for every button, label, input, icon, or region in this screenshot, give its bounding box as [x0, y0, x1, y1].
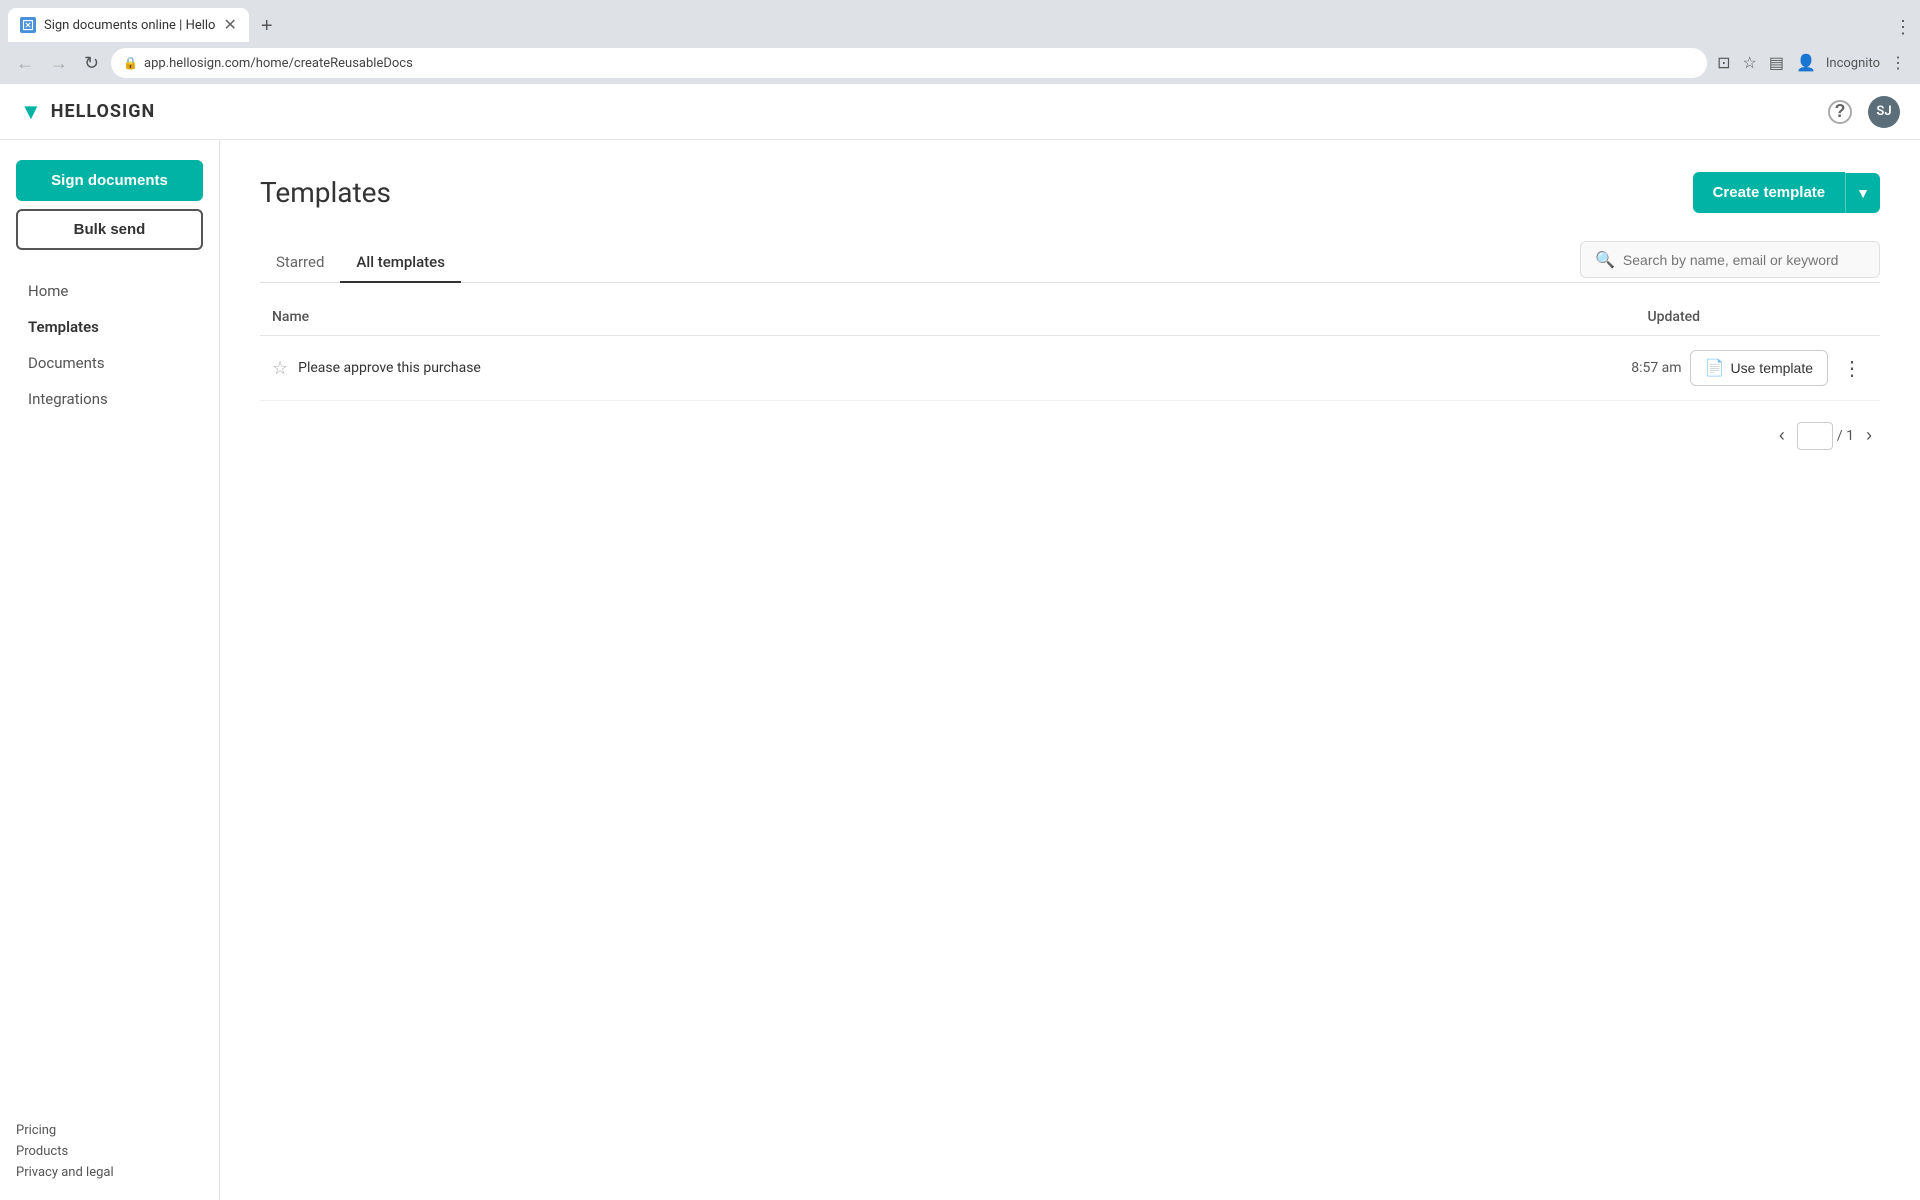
- col-name: Name: [260, 299, 1024, 336]
- sidebar-item-home[interactable]: Home: [16, 274, 203, 308]
- col-updated: Updated: [1024, 299, 1880, 336]
- total-pages: / 1: [1837, 428, 1854, 444]
- tab-title: Sign documents online | Hello: [44, 18, 215, 33]
- top-nav-right: ? SJ: [1824, 96, 1900, 128]
- sidebar: Sign documents Bulk send Home Templates …: [0, 140, 220, 1200]
- footer-link-products[interactable]: Products: [16, 1144, 203, 1159]
- page-header: Templates Create template ▼: [260, 172, 1880, 213]
- table-row: ☆ Please approve this purchase 8:57 am 📄…: [260, 336, 1880, 401]
- address-bar-actions: ⊡ ☆ ▤ 👤 Incognito ⋮: [1715, 51, 1908, 75]
- prev-page-btn[interactable]: ‹: [1771, 421, 1793, 450]
- tab-starred[interactable]: Starred: [260, 243, 340, 283]
- app: ▼ HELLOSIGN ? SJ Sign documents Bulk sen…: [0, 84, 1920, 1200]
- incognito-label: Incognito: [1826, 56, 1880, 71]
- sidebar-item-integrations[interactable]: Integrations: [16, 382, 203, 416]
- create-template-dropdown-btn[interactable]: ▼: [1845, 173, 1880, 213]
- browser-chrome: Sign documents online | Hello ✕ + ⋮ ← → …: [0, 0, 1920, 84]
- table-cell-name: ☆ Please approve this purchase: [260, 336, 1024, 401]
- name-cell: ☆ Please approve this purchase: [272, 358, 1012, 379]
- search-icon: 🔍: [1595, 250, 1615, 269]
- sidebar-toggle-btn[interactable]: ▤: [1767, 51, 1786, 75]
- next-page-btn[interactable]: ›: [1858, 421, 1880, 450]
- reload-btn[interactable]: ↻: [80, 51, 103, 76]
- search-bar: 🔍: [1580, 241, 1880, 278]
- current-page-input[interactable]: 1: [1797, 422, 1833, 450]
- lock-icon: 🔒: [123, 56, 138, 70]
- content-area: Templates Create template ▼ Starred All …: [220, 140, 1920, 1200]
- help-icon: ?: [1828, 100, 1852, 124]
- logo-icon: ▼: [20, 99, 43, 125]
- doc-icon: 📄: [1705, 358, 1725, 378]
- footer-link-pricing[interactable]: Pricing: [16, 1123, 203, 1138]
- use-template-btn[interactable]: 📄 Use template: [1690, 350, 1828, 386]
- table-body: ☆ Please approve this purchase 8:57 am 📄…: [260, 336, 1880, 401]
- incognito-avatar-btn[interactable]: 👤: [1794, 51, 1818, 75]
- table-header: Name Updated: [260, 299, 1880, 336]
- updated-time: 8:57 am: [1631, 360, 1681, 376]
- more-options-btn[interactable]: ⋮: [1836, 354, 1868, 383]
- back-btn[interactable]: ←: [12, 51, 38, 76]
- sign-documents-btn[interactable]: Sign documents: [16, 160, 203, 201]
- address-bar: ← → ↻ 🔒 app.hellosign.com/home/createReu…: [0, 42, 1920, 84]
- tab-all-templates[interactable]: All templates: [340, 243, 461, 283]
- browser-expand-btn[interactable]: ⋮: [1894, 17, 1912, 38]
- tabs: Starred All templates: [260, 243, 1580, 282]
- top-nav: ▼ HELLOSIGN ? SJ: [0, 84, 1920, 140]
- browser-tab[interactable]: Sign documents online | Hello ✕: [8, 8, 249, 42]
- logo: ▼ HELLOSIGN: [20, 99, 155, 125]
- sidebar-footer: Pricing Products Privacy and legal: [16, 1107, 203, 1180]
- logo-text: HELLOSIGN: [51, 101, 155, 122]
- footer-link-privacy[interactable]: Privacy and legal: [16, 1165, 203, 1180]
- address-field[interactable]: 🔒 app.hellosign.com/home/createReusableD…: [111, 48, 1707, 78]
- row-actions: 8:57 am 📄 Use template ⋮: [1036, 350, 1868, 386]
- sidebar-item-documents[interactable]: Documents: [16, 346, 203, 380]
- page-title: Templates: [260, 176, 1693, 209]
- search-input[interactable]: [1623, 252, 1865, 268]
- main-layout: Sign documents Bulk send Home Templates …: [0, 140, 1920, 1200]
- templates-table: Name Updated ☆ Please approve this purch…: [260, 299, 1880, 401]
- chevron-down-icon: ▼: [1856, 185, 1870, 201]
- tab-close-btn[interactable]: ✕: [223, 17, 236, 33]
- pagination: ‹ 1 / 1 ›: [260, 421, 1880, 450]
- help-btn[interactable]: ?: [1824, 96, 1856, 128]
- star-icon[interactable]: ☆: [272, 358, 288, 379]
- sidebar-item-templates[interactable]: Templates: [16, 310, 203, 344]
- tab-favicon: [20, 17, 36, 33]
- url-text: app.hellosign.com/home/createReusableDoc…: [144, 56, 413, 71]
- use-template-label: Use template: [1731, 360, 1813, 376]
- avatar[interactable]: SJ: [1868, 96, 1900, 128]
- create-template-btn[interactable]: Create template: [1693, 172, 1846, 213]
- cast-btn[interactable]: ⊡: [1715, 51, 1732, 75]
- bulk-send-btn[interactable]: Bulk send: [16, 209, 203, 250]
- sidebar-primary-btns: Sign documents Bulk send: [16, 160, 203, 250]
- tabs-search-row: Starred All templates 🔍: [260, 241, 1880, 283]
- sidebar-nav: Home Templates Documents Integrations: [16, 274, 203, 1107]
- forward-btn[interactable]: →: [46, 51, 72, 76]
- template-name[interactable]: Please approve this purchase: [298, 360, 481, 376]
- table-cell-actions: 8:57 am 📄 Use template ⋮: [1024, 336, 1880, 401]
- new-tab-btn[interactable]: +: [253, 11, 281, 42]
- bookmark-btn[interactable]: ☆: [1740, 51, 1758, 75]
- header-actions: Create template ▼: [1693, 172, 1880, 213]
- browser-menu-btn[interactable]: ⋮: [1888, 51, 1908, 75]
